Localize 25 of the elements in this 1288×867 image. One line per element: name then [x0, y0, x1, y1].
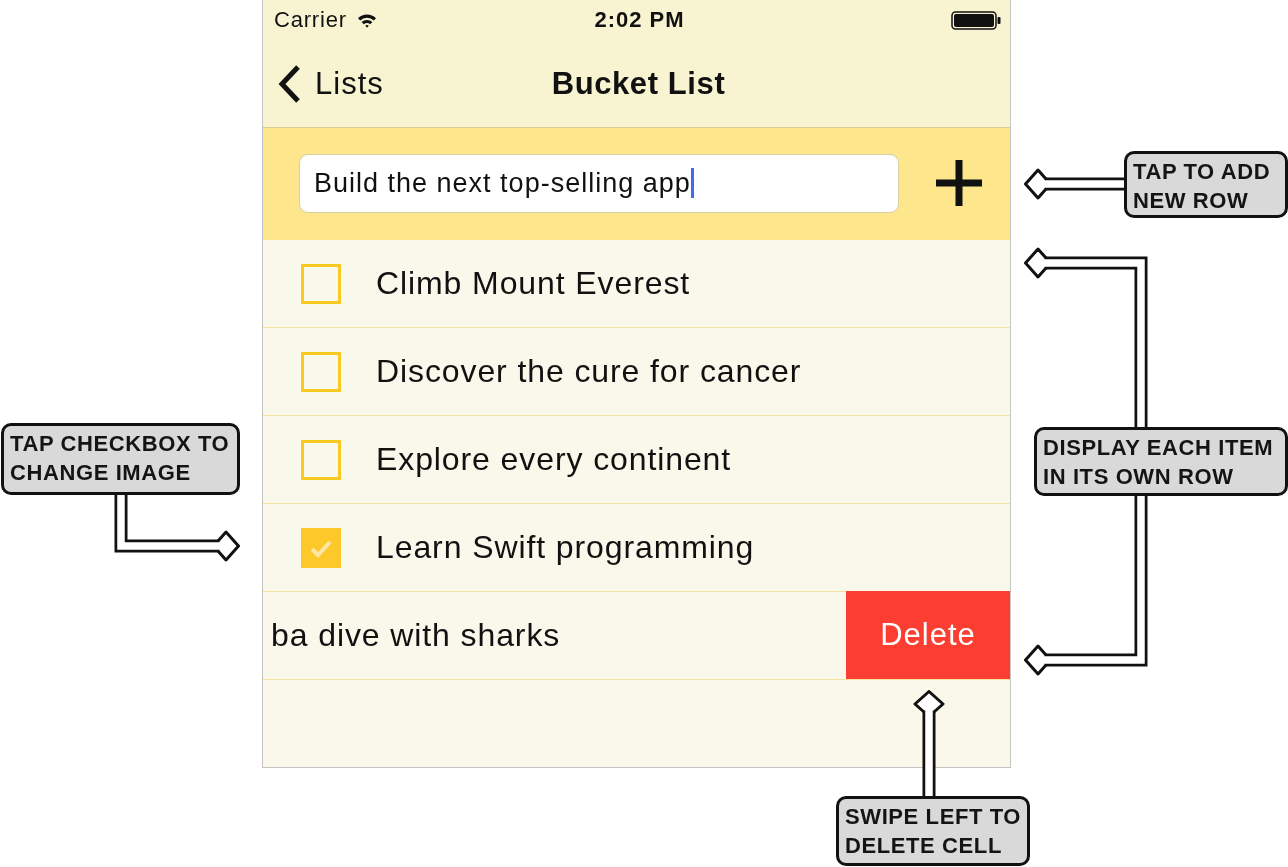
item-label: Learn Swift programming: [376, 529, 755, 566]
item-label: Discover the cure for cancer: [376, 353, 802, 390]
item-label: Explore every continent: [376, 441, 732, 478]
clock-time: 2:02 PM: [594, 7, 685, 33]
nav-title: Bucket List: [551, 65, 726, 102]
checkbox[interactable]: [301, 263, 341, 304]
callout-label: TAP CHECKBOX TO CHANGE IMAGE: [1, 423, 240, 495]
item-label: ba dive with sharks: [271, 617, 562, 654]
callout-label: SWIPE LEFT TO DELETE CELL: [836, 796, 1030, 866]
plus-icon: [936, 160, 982, 206]
checkbox[interactable]: [301, 351, 341, 392]
chevron-left-icon: [278, 63, 302, 104]
checkbox[interactable]: [301, 439, 341, 480]
text-field[interactable]: Build the next top-selling app: [299, 153, 899, 213]
delete-button[interactable]: Delete: [846, 591, 1010, 679]
battery-icon: [951, 10, 1001, 30]
add-button[interactable]: [935, 159, 983, 207]
wifi-icon: [356, 12, 377, 28]
callout-label: DISPLAY EACH ITEM IN ITS OWN ROW: [1034, 427, 1288, 496]
carrier-label: Carrier: [274, 7, 347, 33]
item-label: Climb Mount Everest: [376, 265, 691, 302]
back-button[interactable]: Lists: [278, 63, 384, 104]
checkbox[interactable]: [301, 527, 341, 568]
callout-label: TAP TO ADD NEW ROW: [1124, 151, 1288, 218]
text-cursor-icon: [690, 168, 694, 198]
